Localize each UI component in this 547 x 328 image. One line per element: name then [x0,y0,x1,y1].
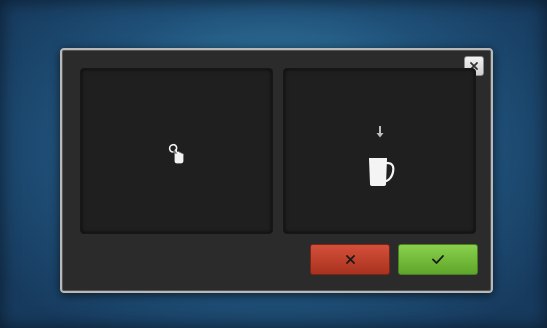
check-icon [432,255,444,264]
left-option-panel[interactable] [80,68,273,234]
right-option-panel[interactable] [283,68,476,234]
confirm-button[interactable] [398,244,478,275]
milk-pitcher-icon [369,158,395,186]
cross-icon [345,255,355,264]
touch-finger-icon [168,143,184,164]
dialog [60,48,493,293]
cancel-button[interactable] [310,244,390,275]
arrow-down-icon [376,126,384,138]
